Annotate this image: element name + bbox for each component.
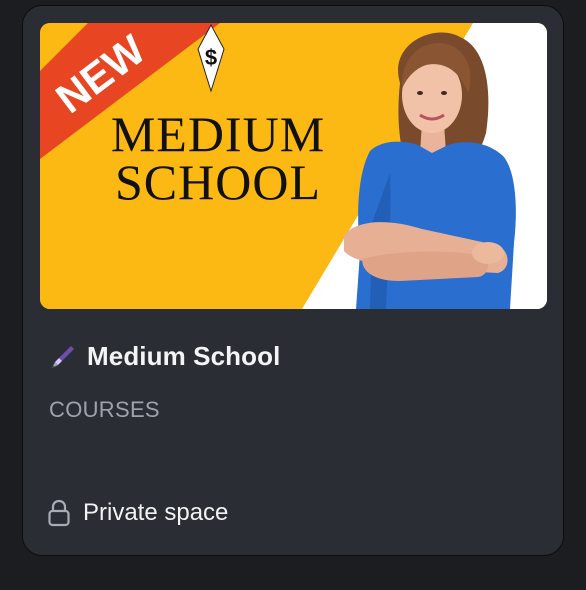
space-category: COURSES: [49, 397, 160, 422]
space-title: Medium School: [87, 341, 281, 371]
nib-logo-symbol: $: [205, 45, 217, 70]
cover-image: NEW $ MEDIUM SCHOOL: [40, 23, 547, 309]
lock-icon: [48, 499, 70, 527]
space-card[interactable]: NEW $ MEDIUM SCHOOL Medium School COURSE…: [22, 5, 564, 556]
cover-headline-line2: SCHOOL: [115, 154, 321, 210]
fountain-pen-icon: [51, 345, 74, 368]
privacy-status: Private space: [47, 499, 228, 527]
privacy-label: Private space: [83, 499, 229, 526]
title-row[interactable]: Medium School: [49, 341, 280, 372]
